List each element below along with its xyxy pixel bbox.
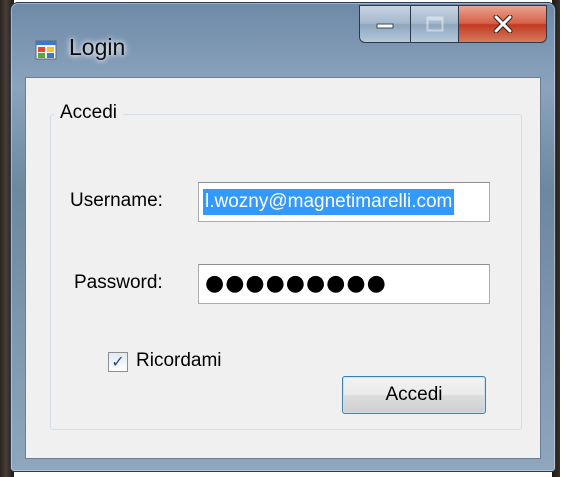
window-title: Login [69, 34, 126, 60]
maximize-button[interactable] [411, 5, 459, 43]
login-submit-label: Accedi [385, 384, 443, 405]
maximize-icon [426, 16, 443, 32]
username-input[interactable]: l.wozny@magnetimarelli.com [198, 182, 490, 222]
username-label: Username: [70, 190, 163, 211]
window-client-area: Accedi Username: l.wozny@magnetimarelli.… [25, 77, 541, 459]
close-icon [493, 15, 512, 33]
remember-checkbox[interactable]: ✓ [108, 352, 128, 372]
app-form-icon [35, 40, 57, 60]
password-label: Password: [74, 272, 163, 293]
window-controls [359, 5, 547, 45]
groupbox-legend: Accedi [54, 102, 124, 124]
close-button[interactable] [459, 5, 547, 43]
checkmark-icon: ✓ [111, 352, 125, 371]
password-input[interactable]: ●●●●●●●●● [198, 264, 490, 304]
login-window: Login Accedi Username: l.wozny@magnetima… [10, 2, 556, 472]
title-bar[interactable]: Login [11, 3, 555, 81]
remember-label[interactable]: Ricordami [136, 350, 222, 372]
username-selected-text: l.wozny@magnetimarelli.com [203, 189, 455, 215]
password-masked-value: ●●●●●●●●● [205, 271, 387, 296]
login-submit-button[interactable]: Accedi [342, 376, 486, 414]
minimize-icon [376, 23, 394, 29]
minimize-button[interactable] [359, 5, 411, 43]
